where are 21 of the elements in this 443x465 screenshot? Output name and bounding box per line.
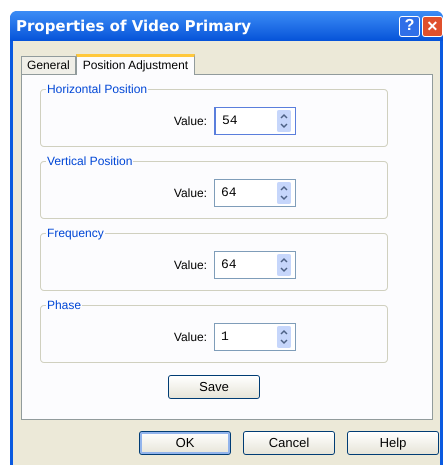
spinner-arrows-icon[interactable]: [277, 182, 291, 204]
save-button[interactable]: Save: [168, 375, 260, 399]
spinner-arrows-icon[interactable]: [277, 326, 291, 348]
value-label: Value:: [172, 185, 207, 202]
help-button[interactable]: ?: [399, 16, 420, 36]
dialog-button[interactable]: OK: [139, 431, 231, 455]
spinner-arrows-icon[interactable]: [277, 254, 291, 276]
dialog-button[interactable]: Help: [347, 431, 439, 455]
value-label: Value:: [172, 329, 207, 346]
spin-field[interactable]: 64: [214, 179, 296, 207]
spin-field[interactable]: 64: [214, 251, 296, 279]
spin-field[interactable]: 1: [214, 323, 296, 351]
spinner-arrows-icon[interactable]: [277, 110, 291, 132]
value-label: Value:: [172, 257, 207, 274]
dialog-button[interactable]: Cancel: [243, 431, 335, 455]
close-button[interactable]: ✕: [422, 16, 443, 36]
window-title: Properties of Video Primary: [16, 16, 252, 37]
tab[interactable]: General: [21, 56, 76, 74]
value-label: Value:: [172, 113, 207, 130]
tab[interactable]: Position Adjustment: [76, 54, 196, 75]
spin-field[interactable]: 54: [214, 107, 296, 135]
